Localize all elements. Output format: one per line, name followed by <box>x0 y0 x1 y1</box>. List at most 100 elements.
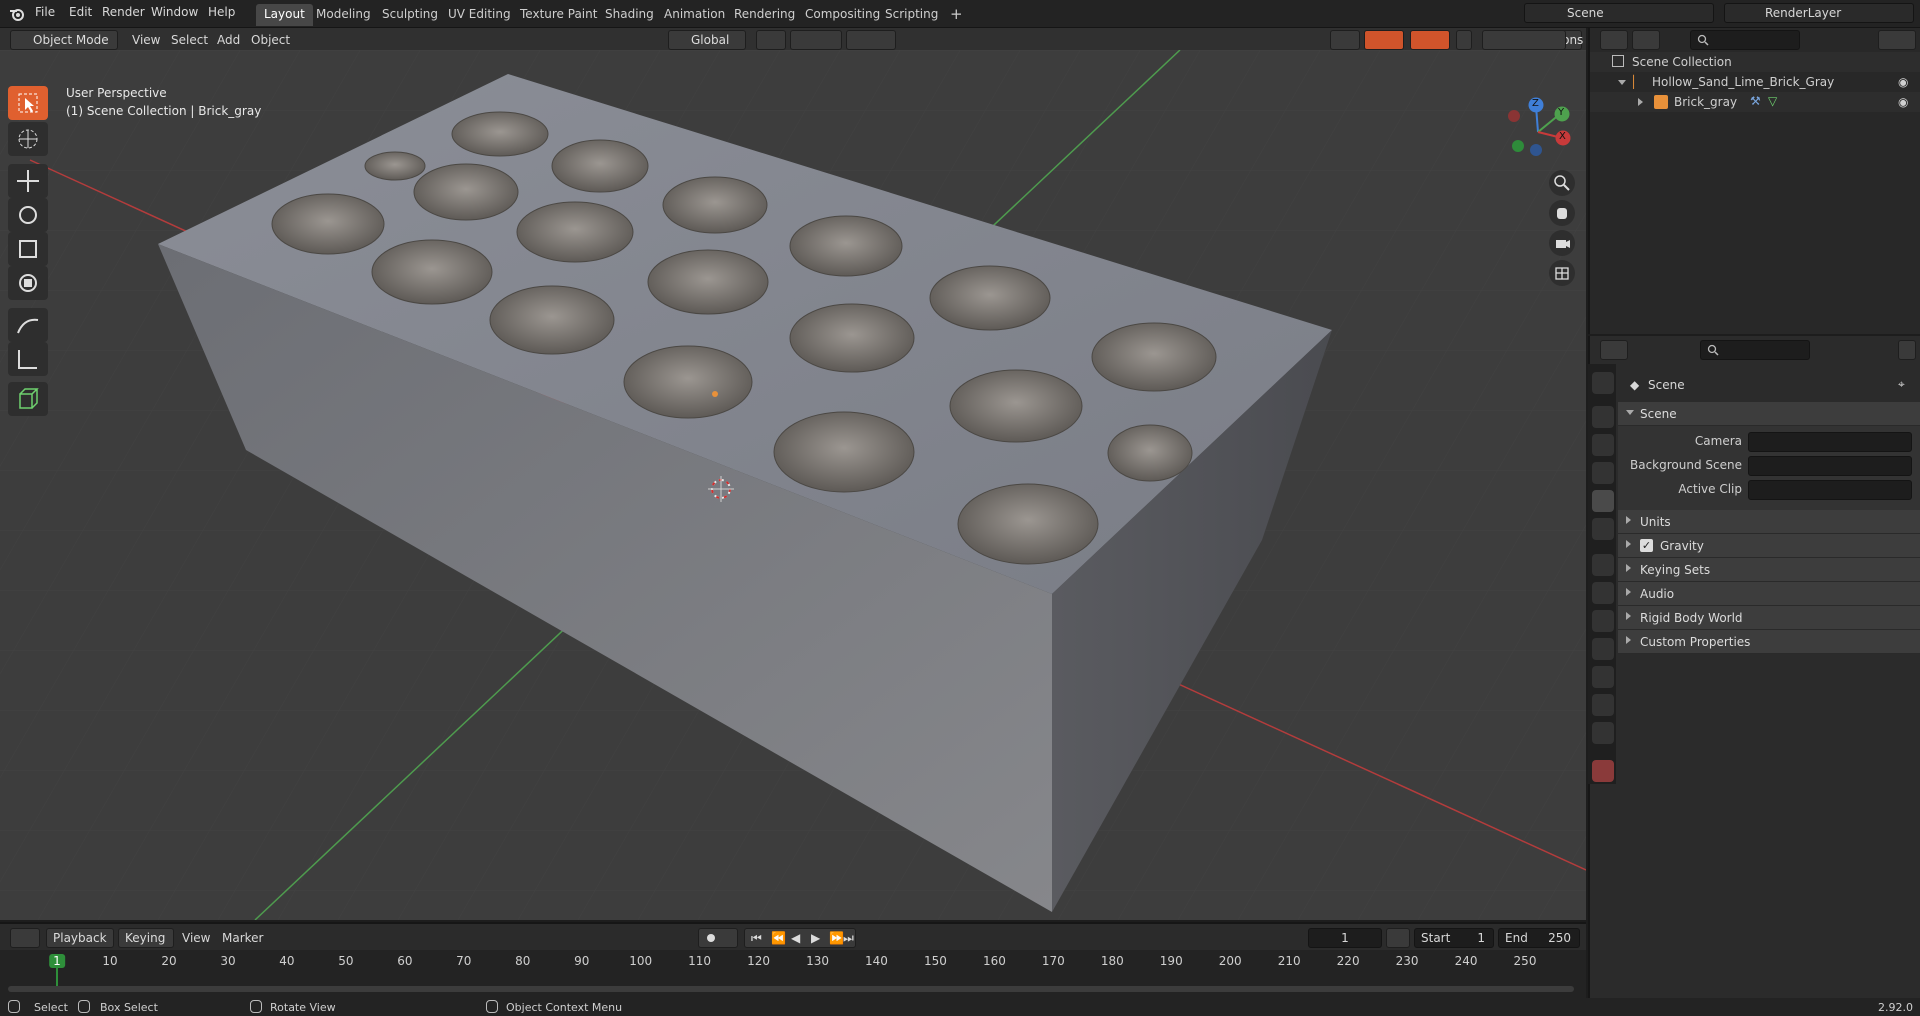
panel-audio-header[interactable]: Audio <box>1618 582 1920 606</box>
orthographic-grid-icon[interactable] <box>1549 260 1575 286</box>
panel-expand-icon[interactable] <box>1626 588 1631 596</box>
snap-icon[interactable] <box>790 30 842 50</box>
panel-expand-icon[interactable] <box>1626 516 1631 524</box>
current-frame-field[interactable]: 1 <box>1308 928 1382 948</box>
eye-icon[interactable]: ◉ <box>1898 75 1908 89</box>
panel-scene-header[interactable]: Scene <box>1618 402 1920 426</box>
shading-modes[interactable] <box>1482 30 1566 50</box>
select-box-tool[interactable] <box>8 86 48 120</box>
scene-tab-icon[interactable] <box>1592 490 1614 512</box>
move-tool[interactable] <box>8 164 48 198</box>
tab-sculpting[interactable]: Sculpting <box>374 4 446 26</box>
menu-help[interactable]: Help <box>208 5 235 19</box>
panel-expand-icon[interactable] <box>1626 636 1631 644</box>
panel-gravity-header[interactable]: ✓ Gravity <box>1618 534 1920 558</box>
tab-shading[interactable]: Shading <box>597 4 662 26</box>
scale-tool[interactable] <box>8 232 48 266</box>
viewport-menu-object[interactable]: Object <box>251 33 290 47</box>
pan-hand-icon[interactable] <box>1549 200 1575 226</box>
tab-compositing[interactable]: Compositing <box>797 4 888 26</box>
tab-layout[interactable]: Layout <box>256 4 313 26</box>
annotate-tool[interactable] <box>8 308 48 342</box>
view-layer-tab-icon[interactable] <box>1592 462 1614 484</box>
menu-render[interactable]: Render <box>102 5 145 19</box>
prev-keyframe-icon[interactable]: ⏪ <box>771 931 786 945</box>
constraints-tab-icon[interactable] <box>1592 666 1614 688</box>
eye-icon[interactable]: ◉ <box>1898 95 1908 109</box>
panel-units-header[interactable]: Units <box>1618 510 1920 534</box>
world-tab-icon[interactable] <box>1592 518 1614 540</box>
rotate-tool[interactable] <box>8 198 48 232</box>
particles-tab-icon[interactable] <box>1592 610 1614 632</box>
tab-modeling[interactable]: Modeling <box>308 4 379 26</box>
outliner-row-object[interactable]: Brick_gray ⚒ ▽ ◉ <box>1590 92 1920 112</box>
options-chevron-icon[interactable] <box>1898 340 1916 360</box>
menu-window[interactable]: Window <box>151 5 198 19</box>
material-tab-icon[interactable] <box>1592 722 1614 744</box>
panel-rigid-body-world-header[interactable]: Rigid Body World <box>1618 606 1920 630</box>
add-cube-tool[interactable] <box>8 382 48 416</box>
timeline-editor-type-icon[interactable] <box>10 928 40 948</box>
outliner-search-input[interactable] <box>1690 30 1800 50</box>
add-workspace-icon[interactable]: + <box>942 2 971 24</box>
transform-tool[interactable] <box>8 266 48 300</box>
tab-rendering[interactable]: Rendering <box>726 4 803 26</box>
menu-edit[interactable]: Edit <box>69 5 92 19</box>
modifier-tab-icon[interactable] <box>1592 582 1614 604</box>
filter-icon[interactable] <box>1878 30 1916 50</box>
panel-custom-properties-header[interactable]: Custom Properties <box>1618 630 1920 654</box>
physics-tab-icon[interactable] <box>1592 638 1614 660</box>
viewport-menu-add[interactable]: Add <box>217 33 240 47</box>
blender-logo-icon[interactable] <box>8 5 26 23</box>
3d-viewport[interactable]: User Perspective (1) Scene Collection | … <box>0 50 1586 920</box>
proportional-edit-icon[interactable] <box>846 30 896 50</box>
timeline-menu-view[interactable]: View <box>182 931 210 945</box>
jump-end-icon[interactable]: ⏭ <box>843 931 854 946</box>
background-scene-field[interactable] <box>1748 456 1912 476</box>
active-clip-field[interactable] <box>1748 480 1912 500</box>
menu-file[interactable]: File <box>35 5 55 19</box>
camera-view-icon[interactable] <box>1549 230 1575 256</box>
tab-scripting[interactable]: Scripting <box>877 4 946 26</box>
panel-expand-icon[interactable] <box>1626 564 1631 572</box>
render-tab-icon[interactable] <box>1592 406 1614 428</box>
output-tab-icon[interactable] <box>1592 434 1614 456</box>
playback-menu[interactable]: Playback <box>46 928 114 948</box>
tab-uv-editing[interactable]: UV Editing <box>440 4 519 26</box>
panel-keying-sets-header[interactable]: Keying Sets <box>1618 558 1920 582</box>
record-button[interactable] <box>698 928 738 948</box>
mode-dropdown[interactable]: Object Mode <box>10 30 118 50</box>
tab-animation[interactable]: Animation <box>656 4 733 26</box>
start-frame-field[interactable]: Start 1 <box>1414 928 1494 948</box>
expand-arrow-icon[interactable] <box>1638 98 1643 106</box>
display-mode-icon[interactable] <box>1632 30 1660 50</box>
overlay-toggle-icon[interactable] <box>1410 30 1450 50</box>
next-keyframe-icon[interactable]: ⏩ <box>829 931 844 945</box>
navigation-gizmo[interactable]: Z Y X <box>1500 94 1576 170</box>
play-reverse-icon[interactable]: ◀ <box>791 931 800 945</box>
viewport-menu-view[interactable]: View <box>132 33 160 47</box>
timeline-scrollbar[interactable] <box>8 986 1574 992</box>
gizmo-toggle-icon[interactable] <box>1364 30 1404 50</box>
panel-expand-icon[interactable] <box>1626 540 1631 548</box>
keying-menu[interactable]: Keying <box>118 928 174 948</box>
outliner-row-collection[interactable]: │ Hollow_Sand_Lime_Brick_Gray ◉ <box>1590 72 1920 92</box>
transform-orientation-dropdown[interactable]: Global <box>668 30 746 50</box>
pin-icon[interactable]: ⌖ <box>1898 377 1905 392</box>
panel-collapse-icon[interactable] <box>1626 410 1634 415</box>
expand-arrow-icon[interactable] <box>1618 80 1626 85</box>
texture-tab-icon[interactable] <box>1592 760 1614 782</box>
view-layer-selector[interactable]: RenderLayer <box>1724 3 1914 23</box>
gravity-checkbox[interactable]: ✓ <box>1640 539 1653 552</box>
jump-start-icon[interactable]: ⏮ <box>751 931 762 946</box>
visibility-icon[interactable] <box>1330 30 1360 50</box>
timeline-menu-marker[interactable]: Marker <box>222 931 263 945</box>
tool-tab-icon[interactable] <box>1592 372 1614 394</box>
editor-type-icon[interactable] <box>1600 340 1628 360</box>
outliner-row-scene-collection[interactable]: Scene Collection <box>1590 52 1920 72</box>
mesh-data-tab-icon[interactable] <box>1592 694 1614 716</box>
tab-texture-paint[interactable]: Texture Paint <box>512 4 605 26</box>
play-icon[interactable]: ▶ <box>811 931 820 945</box>
pivot-point-icon[interactable] <box>756 30 786 50</box>
panel-expand-icon[interactable] <box>1626 612 1631 620</box>
